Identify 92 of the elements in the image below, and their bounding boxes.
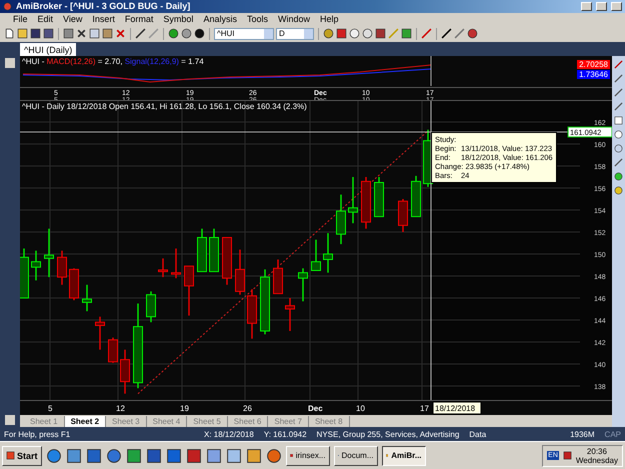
app-icon[interactable] — [86, 448, 102, 464]
value-label: 1.73646 — [577, 70, 610, 80]
candlestick — [57, 250, 67, 285]
menu-item[interactable]: Tools — [242, 14, 273, 24]
start-button[interactable]: Start — [2, 446, 42, 466]
indicator-title: ^HUI - MACD(12,26) = 2.70, Signal(12,26,9) = 1.74 — [22, 57, 204, 66]
app-icon[interactable] — [126, 448, 142, 464]
candlestick — [311, 240, 321, 271]
axis-label: 5 — [48, 404, 52, 413]
clock-day: Wednesday — [576, 456, 618, 465]
minimize-button[interactable] — [581, 2, 592, 11]
candlestick — [44, 228, 54, 277]
candlestick — [184, 265, 194, 316]
menu-item[interactable]: Help — [314, 14, 344, 24]
app-icon[interactable] — [146, 448, 162, 464]
status-info: NYSE, Group 255, Services, Advertising — [316, 430, 460, 439]
candlestick — [95, 316, 105, 350]
candlestick — [82, 284, 92, 312]
taskbar-button[interactable]: irinsex... — [286, 446, 330, 466]
candlestick — [336, 194, 346, 244]
app-icon[interactable] — [226, 448, 242, 464]
new-file-icon[interactable] — [4, 28, 15, 40]
app-icon[interactable] — [186, 448, 202, 464]
delete-icon[interactable] — [115, 28, 126, 40]
candlestick — [398, 198, 408, 232]
candlestick — [298, 268, 308, 302]
menu-item[interactable]: Insert — [87, 14, 120, 24]
candlestick — [260, 269, 270, 334]
axis-label: 19 — [180, 404, 189, 413]
candlestick — [247, 289, 257, 339]
status-help: For Help, press F1 — [4, 430, 72, 439]
interval-combo[interactable]: D — [276, 28, 314, 40]
app-icon[interactable] — [246, 448, 262, 464]
axis-label: 10 — [356, 404, 365, 413]
candlestick — [31, 250, 41, 280]
axis-label: 26 — [243, 404, 252, 413]
candlestick — [348, 176, 358, 224]
candlestick — [158, 258, 168, 277]
candlestick — [273, 259, 283, 294]
candlestick — [235, 249, 245, 295]
app-icon[interactable] — [166, 448, 182, 464]
app-icon[interactable] — [266, 448, 282, 464]
candlestick — [411, 176, 421, 217]
status-y: Y: 161.0942 — [264, 430, 307, 439]
candlestick — [108, 337, 118, 363]
menu-item[interactable]: Format — [120, 14, 158, 24]
app-icon[interactable] — [66, 448, 82, 464]
candlestick — [222, 236, 232, 285]
document-tab[interactable]: ^HUI (Daily) — [20, 43, 76, 56]
maximize-button[interactable] — [596, 2, 607, 11]
clock-time: 20:36 — [586, 446, 607, 456]
candlestick — [20, 248, 29, 298]
chart-title: ^HUI - Daily 18/12/2018 Open 156.41, Hi 161.28, Lo 156.1, Close 160.34 (2.3%) — [22, 102, 307, 111]
status-data: Data — [469, 430, 486, 439]
candlestick — [197, 228, 207, 272]
menu-item[interactable]: Edit — [32, 14, 58, 24]
scroll-down-button[interactable] — [5, 415, 15, 426]
taskbar-button[interactable]: AmiBr... — [382, 446, 426, 466]
menu-item[interactable]: File — [8, 14, 33, 24]
app-icon[interactable] — [206, 448, 222, 464]
rectangle-icon[interactable] — [614, 116, 623, 126]
candlestick — [209, 228, 219, 272]
app-icon[interactable] — [46, 448, 62, 464]
candlestick — [120, 350, 130, 394]
status-cap: CAP — [604, 430, 621, 439]
menu-item[interactable]: Analysis — [198, 14, 242, 24]
candlestick — [374, 176, 384, 217]
date-label: 18/12/2018 — [432, 401, 482, 414]
menu-item[interactable]: Symbol — [158, 14, 198, 24]
status-x: X: 18/12/2018 — [204, 430, 254, 439]
sheet-tab[interactable]: Sheet 2 — [64, 416, 106, 427]
menu-item[interactable]: View — [58, 14, 88, 24]
candlestick — [323, 232, 333, 273]
status-memory: 1936M — [570, 430, 595, 439]
line-icon[interactable] — [441, 28, 452, 40]
candlestick — [146, 291, 156, 322]
menu-item[interactable]: Window — [272, 14, 315, 24]
scroll-up-button[interactable] — [5, 58, 15, 68]
app-icon[interactable] — [106, 448, 122, 464]
symbol-combo[interactable]: ^HUI — [214, 28, 274, 40]
axis-label: 12 — [116, 404, 125, 413]
window-title: AmiBroker - [^HUI - 3 GOLD BUG - Daily] — [16, 1, 192, 12]
close-button[interactable] — [611, 2, 622, 11]
axis-label: Dec — [308, 404, 323, 413]
ellipse-icon[interactable] — [614, 130, 623, 140]
taskbar-button[interactable]: Docum... — [334, 446, 378, 466]
candlestick — [171, 248, 181, 278]
candlestick — [285, 298, 295, 331]
candlestick — [69, 268, 79, 300]
candlestick — [361, 176, 371, 229]
axis-label: 17 — [420, 404, 429, 413]
value-label: 2.70258 — [577, 60, 610, 70]
